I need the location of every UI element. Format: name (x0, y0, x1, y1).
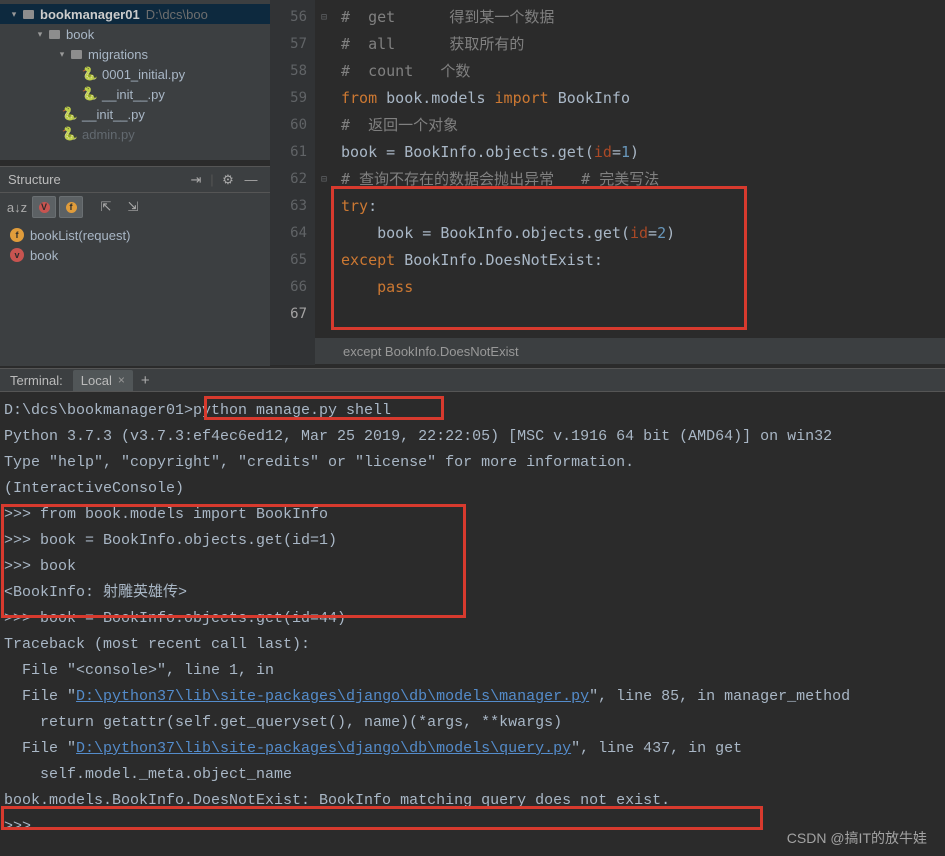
chevron-down-icon: ▾ (34, 29, 46, 40)
tree-root[interactable]: ▾ bookmanager01 D:\dcs\boo (0, 4, 270, 24)
structure-panel: Structure ⇥ | ⚙ — a↓z V f ⇱ ⇲ f bookList(… (0, 166, 270, 366)
editor-gutter: 565758596061626364656667 (270, 0, 315, 365)
minimize-icon[interactable]: — (240, 169, 262, 191)
gear-icon[interactable]: ⚙ (217, 169, 239, 191)
terminal-tab-label: Local (81, 373, 112, 388)
highlight-box-error (1, 806, 763, 830)
code-line[interactable]: # 返回一个对象 (315, 112, 945, 139)
add-terminal-icon[interactable]: + (141, 372, 150, 389)
structure-header: Structure ⇥ | ⚙ — (0, 167, 270, 193)
terminal-line: (InteractiveConsole) (4, 476, 941, 502)
tree-item[interactable]: 🐍 __init__.py (0, 104, 270, 124)
watermark: CSDN @搞IT的放牛娃 (787, 828, 927, 848)
sort-alpha-icon[interactable]: a↓z (5, 196, 29, 218)
structure-item-label: book (30, 248, 58, 263)
structure-body: f bookList(request) vbook (0, 221, 270, 269)
filter-f-icon[interactable]: f (59, 196, 83, 218)
folder-icon (68, 46, 84, 62)
folder-icon (46, 26, 62, 42)
root-path: D:\dcs\boo (146, 7, 208, 22)
tree-item[interactable]: 🐍 admin.py (0, 124, 270, 144)
chevron-down-icon: ▾ (8, 9, 20, 20)
tree-item-label: admin.py (82, 127, 135, 142)
code-line[interactable]: ⊟# get 得到某一个数据 (315, 4, 945, 31)
python-file-icon: 🐍 (62, 126, 78, 142)
terminal-line: self.model._meta.object_name (4, 762, 941, 788)
code-line[interactable]: book = BookInfo.objects.get(id=1) (315, 139, 945, 166)
close-icon[interactable]: × (118, 373, 125, 387)
tree-item-label: migrations (88, 47, 148, 62)
structure-title: Structure (8, 172, 184, 187)
breadcrumb[interactable]: except BookInfo.DoesNotExist (315, 338, 945, 364)
terminal[interactable]: D:\dcs\bookmanager01>python manage.py sh… (0, 392, 945, 856)
tree-item-label: book (66, 27, 94, 42)
code-line[interactable]: # count 个数 (315, 58, 945, 85)
collapse-all-icon[interactable]: ⇲ (121, 196, 145, 218)
terminal-line: File "<console>", line 1, in (4, 658, 941, 684)
terminal-label: Terminal: (0, 373, 73, 388)
tree-item[interactable]: 🐍 0001_initial.py (0, 64, 270, 84)
terminal-line: Python 3.7.3 (v3.7.3:ef4ec6ed12, Mar 25 … (4, 424, 941, 450)
terminal-line: Traceback (most recent call last): (4, 632, 941, 658)
python-file-icon: 🐍 (82, 66, 98, 82)
terminal-header: Terminal: Local × + (0, 368, 945, 392)
terminal-line: return getattr(self.get_queryset(), name… (4, 710, 941, 736)
breadcrumb-text: except BookInfo.DoesNotExist (343, 344, 519, 359)
highlight-box-session (1, 504, 466, 618)
filter-v-icon[interactable]: V (32, 196, 56, 218)
tree-item-label: 0001_initial.py (102, 67, 185, 82)
file-link[interactable]: D:\python37\lib\site-packages\django\db\… (76, 740, 571, 757)
folder-icon (20, 6, 36, 22)
structure-toolbar: a↓z V f ⇱ ⇲ (0, 193, 270, 221)
chevron-down-icon: ▾ (56, 49, 68, 60)
highlight-box-editor (331, 186, 747, 330)
highlight-box-cmd (204, 396, 444, 420)
divider-icon: | (208, 169, 216, 191)
project-tree[interactable]: ▾ bookmanager01 D:\dcs\boo ▾ book ▾ migrati… (0, 0, 270, 160)
tree-item-label: __init__.py (82, 107, 145, 122)
fold-icon[interactable]: ⊟ (321, 4, 327, 31)
symbol-f-icon: f (10, 228, 24, 242)
terminal-line: Type "help", "copyright", "credits" or "… (4, 450, 941, 476)
terminal-line: File "D:\python37\lib\site-packages\djan… (4, 736, 941, 762)
collapse-icon[interactable]: ⇥ (185, 169, 207, 191)
expand-icon[interactable]: ⇱ (94, 196, 118, 218)
file-link[interactable]: D:\python37\lib\site-packages\django\db\… (76, 688, 589, 705)
fold-icon[interactable]: ⊟ (321, 166, 327, 193)
tree-item[interactable]: ▾ migrations (0, 44, 270, 64)
tree-item-label: __init__.py (102, 87, 165, 102)
code-line[interactable]: from book.models import BookInfo (315, 85, 945, 112)
structure-item-label: bookList(request) (30, 228, 130, 243)
terminal-tab[interactable]: Local × (73, 370, 133, 391)
tree-item[interactable]: 🐍 __init__.py (0, 84, 270, 104)
python-file-icon: 🐍 (62, 106, 78, 122)
code-line[interactable]: # all 获取所有的 (315, 31, 945, 58)
structure-item[interactable]: vbook (4, 245, 266, 265)
terminal-line: D:\dcs\bookmanager01>python manage.py sh… (4, 398, 941, 424)
structure-item[interactable]: f bookList(request) (4, 225, 266, 245)
tree-item[interactable]: ▾ book (0, 24, 270, 44)
symbol-v-icon: v (10, 248, 24, 262)
terminal-line: File "D:\python37\lib\site-packages\djan… (4, 684, 941, 710)
root-name: bookmanager01 (40, 7, 140, 22)
python-file-icon: 🐍 (82, 86, 98, 102)
